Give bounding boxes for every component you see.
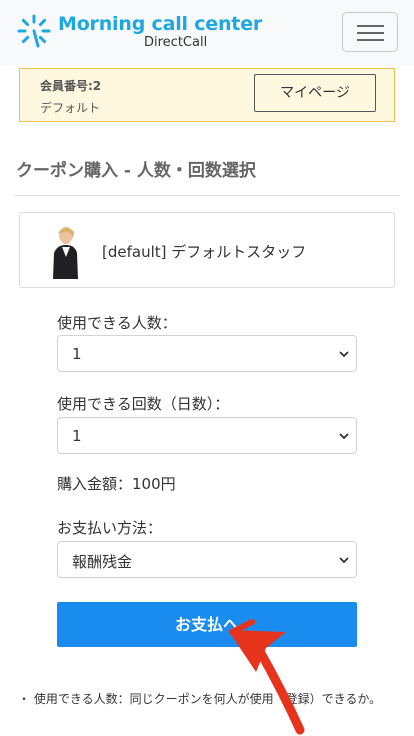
mypage-button[interactable]: マイページ bbox=[254, 74, 376, 112]
member-info-box: 会員番号:2 デフォルト マイページ bbox=[19, 68, 395, 122]
logo[interactable]: Morning call center DirectCall bbox=[16, 12, 262, 52]
logo-title: Morning call center bbox=[58, 13, 263, 35]
menu-toggle-button[interactable] bbox=[342, 12, 398, 52]
times-select[interactable]: 1 bbox=[57, 417, 357, 454]
payment-select-value: 報酬残金 bbox=[72, 553, 133, 571]
navbar: Morning call center DirectCall bbox=[0, 0, 414, 65]
purchase-price: 購入金額：100円 bbox=[57, 475, 176, 493]
chevron-down-icon bbox=[339, 557, 349, 564]
times-select-value: 1 bbox=[72, 427, 82, 445]
times-label: 使用できる回数（日数）： bbox=[57, 395, 230, 413]
hamburger-menu-icon bbox=[357, 25, 384, 27]
member-number: 会員番号:2 bbox=[40, 79, 102, 93]
people-label: 使用できる人数： bbox=[57, 314, 177, 332]
payment-select[interactable]: 報酬残金 bbox=[57, 541, 357, 578]
hamburger-menu-icon bbox=[357, 39, 384, 41]
payment-label: お支払い方法： bbox=[57, 519, 163, 537]
page-title: クーポン購入 - 人数・回数選択 bbox=[16, 161, 256, 181]
staff-avatar bbox=[53, 227, 78, 279]
logo-subtitle: DirectCall bbox=[144, 35, 208, 50]
sunburst-logo-icon bbox=[17, 14, 51, 48]
chevron-down-icon bbox=[339, 433, 349, 440]
member-name: デフォルト bbox=[40, 101, 101, 115]
chevron-down-icon bbox=[339, 351, 349, 358]
usage-note: ・ 使用できる人数：同じクーポンを何人が使用（登録）できるか。 bbox=[18, 692, 382, 706]
people-select-value: 1 bbox=[72, 345, 82, 363]
staff-name: [default] デフォルトスタッフ bbox=[102, 243, 307, 261]
people-select[interactable]: 1 bbox=[57, 335, 357, 372]
staff-card: [default] デフォルトスタッフ bbox=[19, 212, 395, 288]
title-divider bbox=[14, 195, 400, 196]
hamburger-menu-icon bbox=[357, 32, 384, 34]
pay-button[interactable]: お支払へ bbox=[57, 602, 357, 647]
